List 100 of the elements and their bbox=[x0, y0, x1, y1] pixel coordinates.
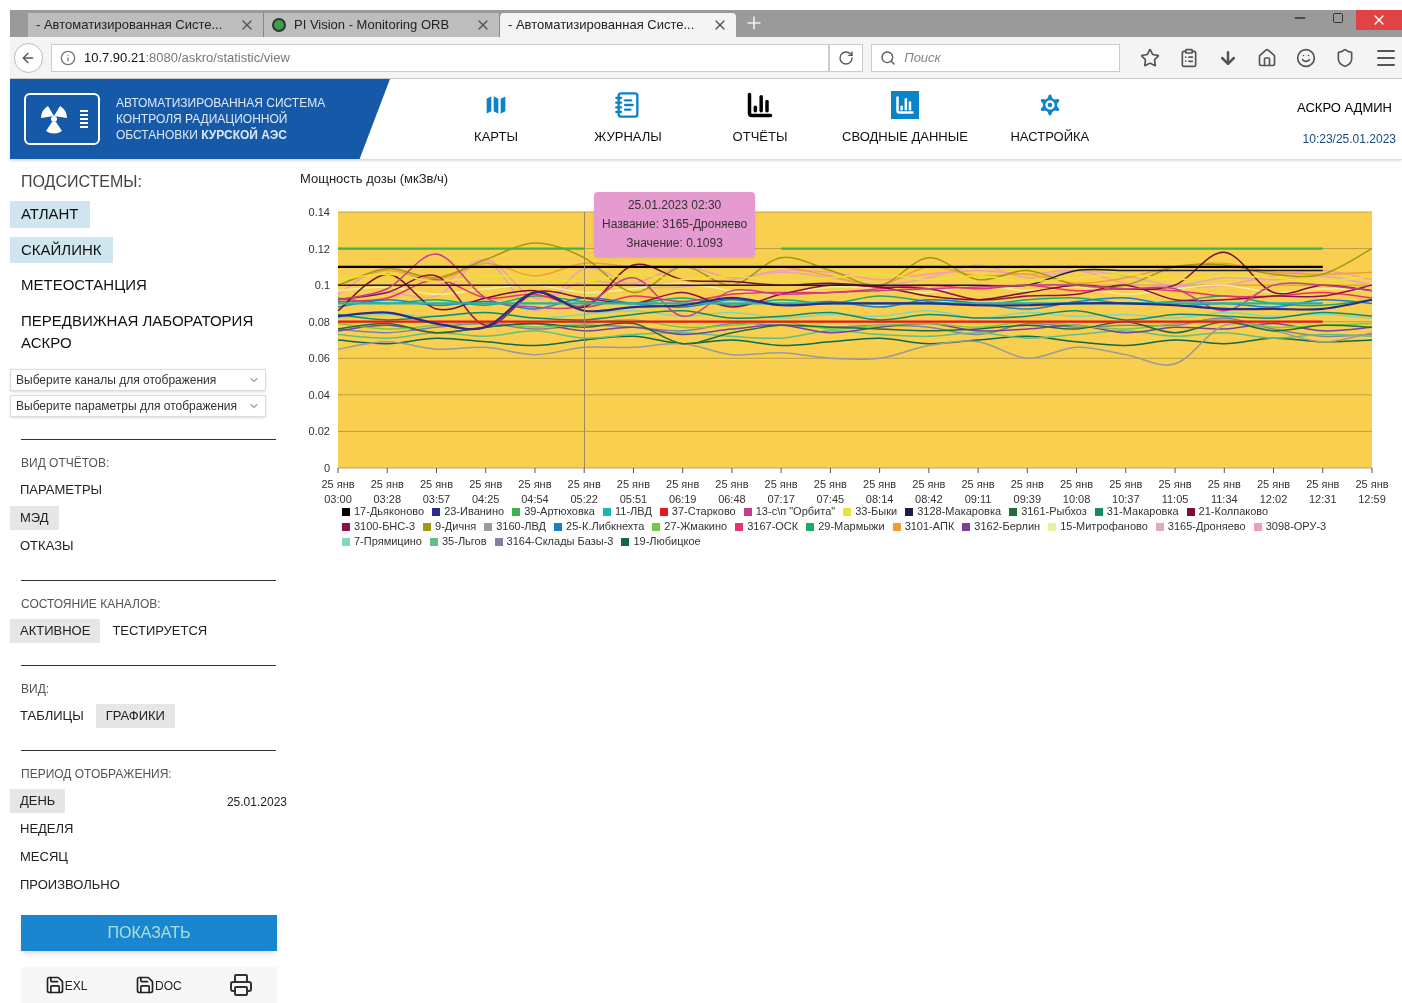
x-tick-label: 25 янв 12:59 bbox=[1355, 478, 1389, 504]
nav-item[interactable]: ЖУРНАЛЫ bbox=[562, 91, 694, 147]
legend-label: 3164-Склады Базы-3 bbox=[506, 534, 614, 549]
legend-label: 11-ЛВД bbox=[615, 504, 652, 519]
legend-label: 3161-Рыбхоз bbox=[1021, 504, 1087, 519]
y-tick-label: 0.08 bbox=[308, 315, 330, 328]
legend-label: 3162-Берлин bbox=[974, 519, 1041, 534]
browser-tab[interactable]: - Автоматизированная Систе... bbox=[500, 13, 736, 37]
filter-option[interactable]: МЕСЯЦ bbox=[10, 844, 78, 869]
home-icon[interactable] bbox=[1257, 47, 1277, 68]
chart-title: Мощность дозы (мкЗв/ч) bbox=[300, 172, 449, 186]
section-title: ВИД: bbox=[20, 680, 51, 698]
filter-option[interactable]: МЭД bbox=[10, 505, 59, 530]
legend-label: 37-Старково bbox=[671, 504, 736, 519]
tab-title: PI Vision - Monitoring ORB bbox=[294, 16, 451, 35]
legend-label: 25-К.Либкнехта bbox=[566, 519, 645, 534]
legend-label: 3098-ОРУ-3 bbox=[1265, 519, 1327, 534]
legend-label: 35-Льгов bbox=[442, 534, 487, 549]
restore-icon[interactable] bbox=[1332, 12, 1344, 24]
select-field[interactable]: Выберите каналы для отображения bbox=[10, 368, 266, 391]
search-field[interactable]: Поиск bbox=[871, 43, 1120, 72]
legend-label: 9-Дичня bbox=[435, 519, 477, 534]
nav-item[interactable]: КАРТЫ bbox=[430, 91, 562, 147]
filter-option[interactable]: ТЕСТИРУЕТСЯ bbox=[102, 618, 218, 643]
x-tick-label: 25 янв 09:11 bbox=[961, 478, 995, 504]
legend-label: 19-Любицкое bbox=[633, 534, 701, 549]
legend-label: 3100-БНС-3 bbox=[354, 519, 416, 534]
filter-option[interactable]: ОТКАЗЫ bbox=[10, 533, 84, 558]
legend-label: 7-Прямицино bbox=[354, 534, 422, 549]
x-tick-label: 25 янв 07:17 bbox=[764, 478, 798, 504]
y-tick-label: 0.04 bbox=[308, 388, 330, 401]
address-bar[interactable]: 10.7.90.21:8080/askro/statistic/view bbox=[50, 43, 829, 72]
legend-label: 3101-АПК bbox=[904, 519, 955, 534]
tooltip-text: Название: 3165-Дроняево bbox=[602, 216, 748, 233]
subsystem-item[interactable]: ПЕРЕДВИЖНАЯ ЛАБОРАТОРИЯ АСКРО bbox=[10, 307, 290, 357]
subsystem-item[interactable]: АТЛАНТ bbox=[10, 201, 90, 228]
print-icon[interactable] bbox=[229, 972, 254, 997]
select-field[interactable]: Выберите параметры для отображения bbox=[10, 394, 266, 417]
legend-label: 21-Колпаково bbox=[1198, 504, 1269, 519]
legend-label: 3165-Дроняево bbox=[1167, 519, 1246, 534]
url-text: 10.7.90.21:8080/askro/statistic/view bbox=[83, 48, 290, 67]
user-name: АСКРО АДМИН bbox=[1297, 99, 1393, 118]
browser-tab[interactable]: PI Vision - Monitoring ORB bbox=[264, 13, 500, 37]
tooltip-text: Значение: 0.1093 bbox=[626, 235, 723, 252]
browser-tab[interactable]: - Автоматизированная Систе... bbox=[28, 13, 264, 37]
export-button[interactable]: EXL bbox=[44, 974, 88, 995]
datetime-text: 10:23/25.01.2023 bbox=[1302, 130, 1396, 148]
radiation-logo-icon bbox=[24, 93, 100, 145]
x-tick-label: 25 янв 11:05 bbox=[1158, 478, 1192, 504]
nav-item[interactable]: ОТЧЁТЫ bbox=[694, 91, 826, 147]
info-icon[interactable] bbox=[59, 49, 76, 66]
search-input[interactable]: Поиск bbox=[904, 47, 1111, 68]
x-tick-label: 25 янв 03:57 bbox=[419, 478, 454, 504]
legend-label: 3128-Макаровка bbox=[917, 504, 1002, 519]
logo-text: АВТОМАТИЗИРОВАННАЯ СИСТЕМА bbox=[116, 95, 326, 111]
logo-text: КОНТРОЛЯ РАДИАЦИОННОЙ bbox=[116, 111, 289, 127]
tab-title: - Автоматизированная Систе... bbox=[508, 16, 696, 35]
x-tick-label: 25 янв 07:45 bbox=[813, 478, 847, 504]
clipboard-icon[interactable] bbox=[1179, 47, 1199, 68]
logo-text: ОБСТАНОВКИ КУРСКОЙ АЭС bbox=[116, 127, 288, 143]
nav-item[interactable]: СВОДНЫЕ ДАННЫЕ bbox=[826, 91, 984, 147]
filter-option[interactable]: ПРОИЗВОЛЬНО bbox=[10, 872, 130, 897]
search-icon bbox=[880, 49, 897, 66]
back-button[interactable] bbox=[14, 42, 43, 73]
filter-option[interactable]: ПАРАМЕТРЫ bbox=[10, 477, 113, 502]
bar-chart-icon bbox=[746, 91, 774, 120]
bar-chart-icon bbox=[890, 91, 919, 120]
filter-option[interactable]: НЕДЕЛЯ bbox=[10, 816, 84, 841]
legend-label: 23-Иванино bbox=[444, 504, 505, 519]
nav-item[interactable]: НАСТРОЙКА bbox=[983, 91, 1116, 147]
x-tick-label: 25 янв 03:28 bbox=[370, 478, 404, 504]
x-tick-label: 25 янв 04:25 bbox=[469, 478, 503, 504]
section-title: ПЕРИОД ОТОБРАЖЕНИЯ: bbox=[20, 765, 173, 783]
tooltip-text: 25.01.2023 02:30 bbox=[627, 197, 722, 214]
legend-label: 31-Макаровка bbox=[1106, 504, 1179, 519]
subsystem-item[interactable]: СКАЙЛИНК bbox=[10, 236, 113, 263]
reload-button[interactable] bbox=[828, 43, 864, 72]
filter-option[interactable]: ГРАФИКИ bbox=[95, 703, 175, 728]
export-button[interactable]: DOC bbox=[135, 974, 182, 995]
legend-label: 3160-ЛВД bbox=[496, 519, 547, 534]
x-tick-label: 25 янв 10:08 bbox=[1060, 478, 1094, 504]
y-tick-label: 0.12 bbox=[308, 242, 330, 255]
tab-title: - Автоматизированная Систе... bbox=[36, 16, 224, 35]
bookmark-star-icon[interactable] bbox=[1140, 47, 1160, 68]
smiley-icon[interactable] bbox=[1296, 47, 1316, 68]
subsystem-item[interactable]: МЕТЕОСТАНЦИЯ bbox=[10, 272, 158, 299]
y-tick-label: 0.06 bbox=[308, 352, 330, 365]
x-tick-label: 25 янв 12:31 bbox=[1306, 478, 1340, 504]
filter-option[interactable]: ДЕНЬ bbox=[10, 788, 66, 813]
globe-icon bbox=[272, 18, 286, 32]
x-tick-label: 25 янв 09:39 bbox=[1010, 478, 1044, 504]
filter-option[interactable]: ТАБЛИЦЫ bbox=[10, 703, 94, 728]
legend-label: 33-Быки bbox=[855, 504, 898, 519]
x-tick-label: 25 янв 04:54 bbox=[518, 478, 552, 504]
filter-option[interactable]: АКТИВНОЕ bbox=[10, 618, 101, 643]
reload-icon bbox=[837, 49, 854, 66]
shield-icon[interactable] bbox=[1335, 47, 1355, 68]
y-tick-label: 0.02 bbox=[308, 425, 330, 438]
x-tick-label: 25 янв 06:19 bbox=[666, 478, 700, 504]
x-tick-label: 25 янв 06:48 bbox=[715, 478, 749, 504]
